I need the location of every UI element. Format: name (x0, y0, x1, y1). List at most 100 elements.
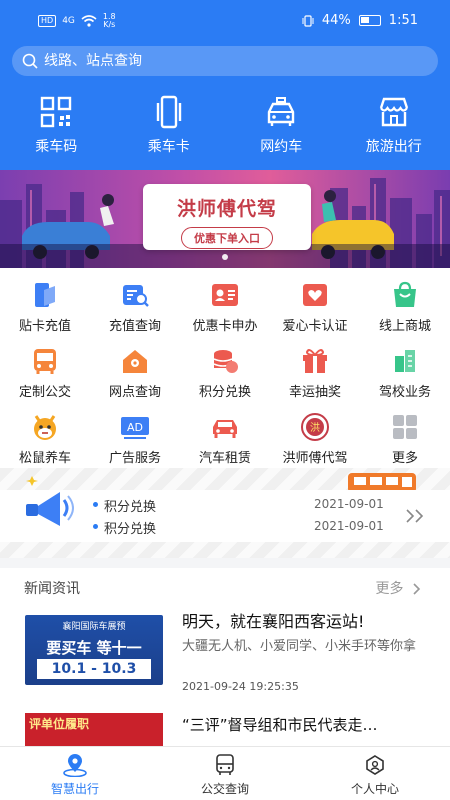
shopping-bag-icon (394, 281, 416, 307)
battery-percent: 44% (321, 13, 351, 28)
notice-item[interactable]: 积分兑换 (92, 518, 156, 537)
profile-icon (366, 755, 384, 775)
double-chevron-right-icon[interactable] (405, 508, 427, 524)
news-title[interactable]: 明天，就在襄阳西客运站! (182, 608, 364, 632)
grid-label: 洪师傅代驾 (282, 451, 348, 466)
grid-item-more[interactable]: 更多 (360, 412, 450, 466)
grid-label: 积分兑换 (198, 385, 251, 400)
driving-school-icon (395, 350, 415, 372)
grid-label: 贴卡充值 (18, 319, 71, 334)
notice-date: 2021-09-01 (314, 497, 384, 511)
notice-item[interactable]: 积分兑换 (92, 496, 156, 515)
coins-icon (213, 350, 238, 373)
header: HD 4G 1.8 K/s 44% 1:51 乘车码 乘车卡 (0, 0, 450, 170)
bus-outline-icon (216, 754, 234, 775)
grid-label: 广告服务 (108, 451, 161, 466)
search-input[interactable] (44, 53, 404, 69)
thumb-line: 要买车 等十一 (46, 639, 142, 657)
grid-label: 汽车租赁 (198, 451, 251, 466)
news-timestamp: 2021-09-24 19:25:35 (182, 680, 299, 693)
vibrate-icon (302, 14, 314, 27)
top-nav-ride-card[interactable]: 乘车卡 (113, 94, 226, 156)
search-bar[interactable] (12, 46, 438, 76)
grid-item-custom-bus[interactable]: 定制公交 (0, 346, 90, 400)
chevron-right-icon (413, 583, 421, 595)
clock: 1:51 (388, 13, 418, 28)
hong-logo-icon: 洪 (301, 413, 329, 441)
banner-indicator (222, 254, 228, 260)
top-nav-label: 网约车 (260, 139, 303, 155)
promo-banner[interactable]: 洪师傅代驾 优惠下单入口 (0, 170, 450, 268)
tab-profile[interactable]: 个人中心 (300, 747, 450, 800)
grid-label: 松鼠养车 (18, 451, 71, 466)
notice-card[interactable]: 积分兑换 积分兑换 2021-09-01 2021-09-01 (0, 476, 450, 542)
tab-bus-query[interactable]: 公交查询 (150, 747, 300, 800)
news-section: 新闻资讯 更多 襄阳国际车展预 要买车 等十一 10.1 - 10.3 明天，就… (0, 568, 450, 753)
grid-item-outlet-query[interactable]: 网点查询 (90, 346, 180, 400)
grid-item-card-recharge[interactable]: 贴卡充值 (0, 280, 90, 334)
grid-item-driving-school[interactable]: 驾校业务 (360, 346, 450, 400)
notice-section: 积分兑换 积分兑换 2021-09-01 2021-09-01 (0, 468, 450, 558)
battery-icon (358, 15, 381, 26)
recharge-search-icon (123, 285, 149, 307)
top-nav: 乘车码 乘车卡 网约车 旅游出行 (0, 94, 450, 156)
thumb-line: 评单位履职 (29, 717, 90, 731)
car-icon (268, 97, 295, 126)
grid-label: 幸运抽奖 (288, 385, 341, 400)
news-header: 新闻资讯 (24, 581, 80, 597)
tab-label: 智慧出行 (50, 782, 99, 796)
grid-item-points-exchange[interactable]: 积分兑换 (180, 346, 270, 400)
search-icon (22, 53, 38, 69)
banner-title: 洪师傅代驾 (176, 198, 277, 220)
top-nav-ride-code[interactable]: 乘车码 (0, 94, 113, 156)
news-thumbnail[interactable]: 襄阳国际车展预 要买车 等十一 10.1 - 10.3 (25, 615, 163, 685)
banner-order-button[interactable]: 优惠下单入口 (181, 227, 273, 249)
squirrel-icon (34, 415, 56, 440)
bus-icon (34, 349, 56, 374)
top-nav-ride-hailing[interactable]: 网约车 (225, 94, 338, 156)
qr-code-icon (41, 96, 72, 128)
news-more-link[interactable]: 更多 (376, 578, 422, 598)
card-recharge-icon (35, 283, 55, 307)
grid-item-recharge-query[interactable]: 充值查询 (90, 280, 180, 334)
service-grid: 贴卡充值 充值查询 优惠卡申办 爱心卡认证 线上商城 定制公交 网点查询 积分兑… (0, 268, 450, 468)
top-nav-label: 旅游出行 (365, 139, 422, 155)
grid-item-ad-service[interactable]: AD 广告服务 (90, 412, 180, 466)
banner-card[interactable]: 洪师傅代驾 优惠下单入口 (143, 184, 311, 250)
rental-car-icon (213, 420, 237, 438)
grid-item-squirrel-car[interactable]: 松鼠养车 (0, 412, 90, 466)
tab-smart-travel[interactable]: 智慧出行 (0, 747, 150, 800)
hong-logo-text: 洪 (310, 422, 320, 434)
grid-label: 线上商城 (378, 319, 431, 334)
location-pin-icon (63, 754, 87, 777)
thumb-line: 10.1 - 10.3 (37, 659, 151, 679)
grid-item-hong-driver[interactable]: 洪 洪师傅代驾 (270, 412, 360, 466)
thumb-line: 襄阳国际车展预 (62, 622, 126, 632)
card-phone-icon (156, 95, 181, 129)
grid-item-online-mall[interactable]: 线上商城 (360, 280, 450, 334)
notice-date: 2021-09-01 (314, 519, 384, 533)
news-title[interactable]: “三评”督导组和市民代表走… (182, 714, 378, 735)
network-label: 4G (62, 16, 75, 26)
speed-unit: K/s (103, 20, 116, 29)
house-location-icon (123, 350, 147, 373)
bottom-tab-bar: 智慧出行 公交查询 个人中心 (0, 746, 450, 800)
more-grid-icon (393, 415, 417, 439)
news-description: 大疆无人机、小爱同学、小米手环等你拿 (182, 639, 417, 654)
grid-item-car-rental[interactable]: 汽车租赁 (180, 412, 270, 466)
ad-icon: AD (121, 417, 149, 439)
gift-icon (303, 349, 327, 373)
grid-item-heart-card[interactable]: 爱心卡认证 (270, 280, 360, 334)
grid-label: 驾校业务 (378, 385, 431, 400)
heart-card-icon (303, 284, 327, 306)
status-bar: HD 4G 1.8 K/s 44% 1:51 (0, 0, 450, 40)
wifi-icon (81, 15, 97, 27)
tab-label: 个人中心 (350, 782, 399, 796)
grid-label: 定制公交 (18, 385, 71, 400)
grid-item-lucky-draw[interactable]: 幸运抽奖 (270, 346, 360, 400)
top-nav-travel[interactable]: 旅游出行 (338, 94, 450, 156)
grid-label: 更多 (391, 451, 418, 466)
news-more-label: 更多 (375, 581, 404, 597)
grid-item-discount-card[interactable]: 优惠卡申办 (180, 280, 270, 334)
shop-icon (379, 97, 408, 127)
